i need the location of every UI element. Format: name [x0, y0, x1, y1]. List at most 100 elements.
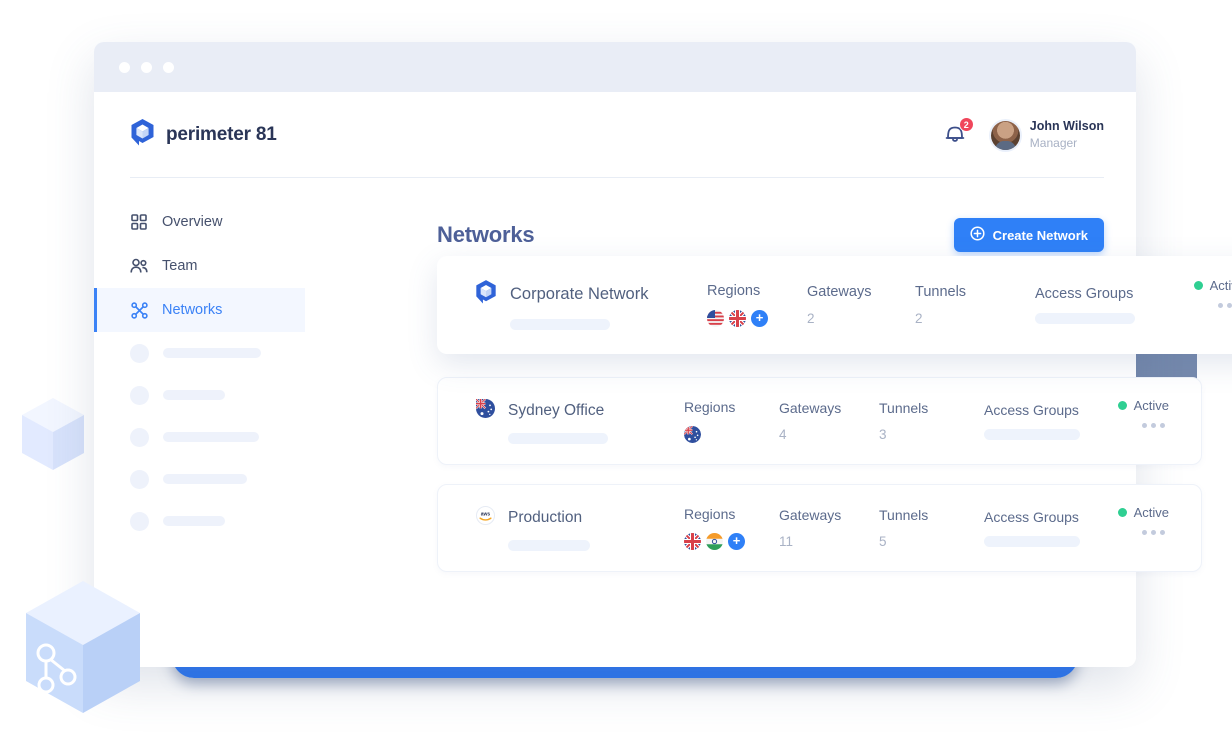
placeholder-icon: [130, 511, 149, 531]
more-regions-plus-icon[interactable]: +: [728, 533, 745, 550]
window-body: perimeter 81 2 John Wilson Manager Overv…: [94, 92, 1232, 667]
network-name: Corporate Network: [510, 285, 649, 303]
user-role: Manager: [1029, 136, 1078, 151]
tunnels-label: Tunnels: [879, 400, 929, 416]
network-subtitle-placeholder: [508, 539, 590, 551]
window-maximize-dot[interactable]: [163, 61, 174, 73]
app-window: perimeter 81 2 John Wilson Manager Overv…: [94, 42, 1232, 667]
network-card[interactable]: aws Production Regions + Gateways 11 Tun…: [437, 484, 1202, 572]
gateways-label: Gateways: [807, 284, 872, 300]
sidebar-placeholder-item: [94, 332, 305, 374]
us-flag-icon: [707, 310, 724, 327]
placeholder-icon: [130, 427, 149, 447]
window-minimize-dot[interactable]: [141, 61, 152, 73]
content-header: Networks Create Network: [305, 178, 1136, 252]
access-groups-placeholder: [984, 429, 1080, 440]
sidebar-item-team[interactable]: Team: [94, 244, 305, 288]
more-regions-plus-icon[interactable]: +: [751, 310, 768, 327]
create-network-label: Create Network: [992, 227, 1088, 243]
network-card[interactable]: Corporate Network Regions + Gateways 2 T…: [437, 256, 1232, 354]
sidebar-item-label: Overview: [162, 214, 223, 230]
status-cell: Active: [1117, 505, 1169, 535]
window-close-dot[interactable]: [119, 61, 130, 73]
sidebar-item-label: Networks: [162, 302, 223, 318]
placeholder-icon: [130, 385, 149, 405]
perimeter81-cube-icon: [475, 280, 497, 309]
placeholder-icon: [130, 469, 149, 489]
sidebar-placeholder-item: [94, 374, 305, 416]
access-groups-cell: Access Groups: [1035, 286, 1185, 324]
access-groups-cell: Access Groups: [984, 402, 1124, 440]
network-name: Sydney Office: [508, 401, 605, 419]
brand-name: perimeter 81: [166, 124, 277, 145]
network-subtitle-placeholder: [508, 432, 608, 444]
create-network-button[interactable]: Create Network: [953, 218, 1104, 252]
network-name: Production: [508, 508, 583, 526]
regions-cell: Regions: [707, 283, 807, 327]
regions-flags[interactable]: [684, 426, 779, 443]
network-identity: aws Production: [476, 505, 684, 551]
status-label: Active: [1209, 278, 1232, 293]
tunnels-value: 5: [879, 534, 887, 549]
decorative-cube-small-left: [22, 398, 84, 470]
notifications-button[interactable]: 2: [943, 117, 974, 150]
uk-flag-icon: [729, 310, 746, 327]
status-dot-icon: [1117, 401, 1127, 410]
network-nodes-icon: [130, 301, 148, 319]
notification-badge: 2: [958, 117, 974, 132]
gateways-cell: Gateways 2: [807, 284, 915, 326]
tunnels-label: Tunnels: [879, 507, 929, 523]
gateways-value: 2: [807, 311, 815, 326]
kebab-menu-icon[interactable]: [1142, 423, 1169, 428]
status-label: Active: [1133, 398, 1169, 413]
tunnels-cell: Tunnels 5: [879, 507, 984, 549]
network-identity: Sydney Office: [475, 397, 684, 444]
sidebar-placeholder-item: [94, 416, 305, 458]
tunnels-cell: Tunnels 3: [879, 400, 984, 442]
tunnels-value: 2: [915, 311, 923, 326]
placeholder-bar: [163, 390, 225, 400]
bell-icon: [943, 126, 967, 150]
tunnels-cell: Tunnels 2: [915, 284, 1035, 326]
people-icon: [130, 257, 148, 275]
regions-flags[interactable]: +: [707, 310, 807, 327]
gateways-label: Gateways: [779, 507, 842, 523]
user-name: John Wilson: [1029, 119, 1104, 134]
kebab-menu-icon[interactable]: [1218, 303, 1232, 308]
user-menu[interactable]: John Wilson Manager: [990, 118, 1104, 151]
networks-list: Corporate Network Regions + Gateways 2 T…: [437, 256, 1232, 572]
regions-cell: Regions: [684, 399, 779, 443]
access-groups-label: Access Groups: [984, 509, 1079, 525]
regions-label: Regions: [707, 283, 761, 299]
uk-flag-icon: [684, 533, 701, 550]
gateways-cell: Gateways 4: [779, 400, 879, 442]
access-groups-placeholder: [984, 536, 1080, 547]
aws-logo-icon: aws: [476, 505, 495, 530]
regions-flags[interactable]: +: [684, 533, 779, 550]
network-card[interactable]: Sydney Office Regions Gateways 4 Tunnels…: [437, 377, 1202, 465]
placeholder-icon: [130, 343, 149, 363]
status-dot-icon: [1117, 508, 1127, 517]
sidebar-item-networks[interactable]: Networks: [94, 288, 305, 332]
access-groups-cell: Access Groups: [984, 509, 1124, 547]
regions-label: Regions: [684, 506, 736, 522]
gateways-label: Gateways: [779, 400, 842, 416]
sidebar-placeholder-item: [94, 458, 305, 500]
tunnels-label: Tunnels: [915, 284, 967, 300]
access-groups-placeholder: [1035, 313, 1135, 324]
sidebar-item-overview[interactable]: Overview: [94, 200, 305, 244]
sidebar-placeholder-item: [94, 500, 305, 542]
status-badge: Active: [1193, 278, 1232, 293]
kebab-menu-icon[interactable]: [1142, 530, 1169, 535]
page-title: Networks: [437, 222, 535, 247]
avatar: [990, 120, 1020, 150]
status-cell: Active: [1117, 398, 1169, 428]
placeholder-bar: [163, 474, 247, 484]
network-identity: Corporate Network: [475, 280, 707, 330]
access-groups-label: Access Groups: [984, 402, 1079, 418]
in-flag-icon: [706, 533, 723, 550]
main-content: Networks Create Network Corporate Networ…: [305, 178, 1232, 667]
plus-circle-icon: [970, 226, 985, 244]
user-info: John Wilson Manager: [1030, 118, 1104, 151]
brand-logo[interactable]: perimeter 81: [130, 119, 277, 151]
